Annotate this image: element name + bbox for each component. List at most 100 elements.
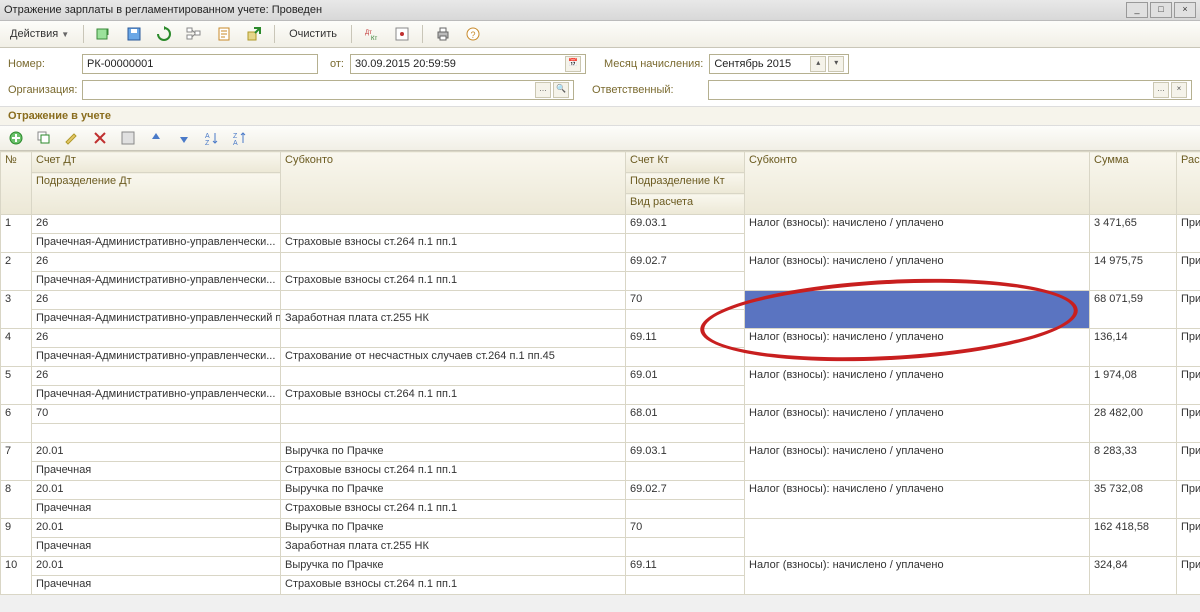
cell-exp[interactable]: Принимают (1177, 443, 1200, 481)
cell-exp[interactable]: Принимают (1177, 367, 1200, 405)
cell-sum[interactable]: 35 732,08 (1090, 481, 1177, 519)
cell-exp[interactable]: Принимают (1177, 405, 1200, 443)
table-row[interactable]: 720.01Выручка по Прачке69.03.1Налог (взн… (1, 443, 1200, 462)
cell-dt-sub[interactable]: Прачечная-Административно-управленчески.… (32, 386, 281, 405)
col-dt[interactable]: Счет Дт (32, 152, 281, 173)
cell-dt[interactable]: 20.01 (32, 443, 281, 462)
report-icon[interactable] (212, 24, 236, 44)
col-kt-sub[interactable]: Подразделение Кт (626, 173, 745, 194)
cell-dt[interactable]: 20.01 (32, 519, 281, 538)
actions-menu[interactable]: Действия▼ (4, 24, 75, 44)
cell-sum[interactable]: 28 482,00 (1090, 405, 1177, 443)
cell-sub1[interactable] (281, 424, 626, 443)
cell-kt-sub[interactable] (626, 348, 745, 367)
move-down-icon[interactable] (172, 128, 196, 148)
post-icon[interactable] (92, 24, 116, 44)
month-input[interactable]: Сентябрь 2015 ▴▾ (709, 54, 849, 74)
cell-dt-sub[interactable] (32, 424, 281, 443)
settings-icon[interactable] (390, 24, 414, 44)
cell-kt[interactable]: 69.03.1 (626, 443, 745, 462)
cell-dt[interactable]: 26 (32, 215, 281, 234)
sort-desc-icon[interactable]: ZA (228, 128, 252, 148)
table-row[interactable]: 920.01Выручка по Прачке70162 418,58Прини… (1, 519, 1200, 538)
delete-row-icon[interactable] (88, 128, 112, 148)
copy-row-icon[interactable] (32, 128, 56, 148)
dtkt-icon[interactable]: ДтКт (360, 24, 384, 44)
select-icon[interactable]: … (535, 82, 551, 98)
clear-icon[interactable]: × (1171, 82, 1187, 98)
table-row[interactable]: 12669.03.1Налог (взносы): начислено / уп… (1, 215, 1200, 234)
cell-dt-sub[interactable]: Прачечная-Административно-управленчески.… (32, 272, 281, 291)
spinner-down-icon[interactable]: ▾ (828, 56, 844, 72)
finish-edit-icon[interactable] (116, 128, 140, 148)
cell-sub2[interactable]: Налог (взносы): начислено / уплачено (745, 367, 1090, 405)
cell-exp[interactable]: Принимают (1177, 291, 1200, 329)
table-row[interactable]: 3267068 071,59Принимают (1, 291, 1200, 310)
cell-kt-sub[interactable] (626, 576, 745, 595)
col-dt-sub[interactable]: Подразделение Дт (32, 173, 281, 215)
date-input[interactable]: 30.09.2015 20:59:59 📅 (350, 54, 586, 74)
cell-sub1a[interactable]: Выручка по Прачке (281, 481, 626, 500)
cell-kt-sub[interactable] (626, 310, 745, 329)
col-kt[interactable]: Счет Кт (626, 152, 745, 173)
number-input[interactable]: РК-00000001 (82, 54, 318, 74)
cell-exp[interactable]: Принимают (1177, 481, 1200, 519)
select-icon[interactable]: … (1153, 82, 1169, 98)
cell-kt[interactable]: 69.11 (626, 329, 745, 348)
calendar-icon[interactable]: 📅 (565, 56, 581, 72)
cell-dt[interactable]: 26 (32, 329, 281, 348)
cell-sub1[interactable]: Страховые взносы ст.264 п.1 пп.1 (281, 272, 626, 291)
cell-kt-sub[interactable] (626, 424, 745, 443)
cell-exp[interactable]: Принимают (1177, 253, 1200, 291)
cell-sub1[interactable]: Страховые взносы ст.264 п.1 пп.1 (281, 386, 626, 405)
cell-kt[interactable]: 69.01 (626, 367, 745, 386)
cell-sub2[interactable]: Налог (взносы): начислено / уплачено (745, 557, 1090, 595)
cell-kt-sub[interactable] (626, 462, 745, 481)
table-row[interactable]: 42669.11Налог (взносы): начислено / упла… (1, 329, 1200, 348)
cell-dt-sub[interactable]: Прачечная-Административно-управленчески.… (32, 348, 281, 367)
cell-kt[interactable]: 69.02.7 (626, 481, 745, 500)
export-icon[interactable] (242, 24, 266, 44)
refresh-icon[interactable] (152, 24, 176, 44)
cell-kt[interactable]: 69.03.1 (626, 215, 745, 234)
table-row[interactable]: 22669.02.7Налог (взносы): начислено / уп… (1, 253, 1200, 272)
sort-asc-icon[interactable]: AZ (200, 128, 224, 148)
cell-sub1[interactable]: Страховые взносы ст.264 п.1 пп.1 (281, 462, 626, 481)
cell-sub2[interactable] (745, 291, 1090, 329)
cell-exp[interactable]: Принимают (1177, 557, 1200, 595)
cell-kt-sub[interactable] (626, 538, 745, 557)
cell-sub1[interactable]: Страховые взносы ст.264 п.1 пп.1 (281, 576, 626, 595)
clear-button[interactable]: Очистить (283, 24, 343, 44)
cell-exp[interactable]: Принимают (1177, 519, 1200, 557)
cell-sub1a[interactable] (281, 291, 626, 310)
cell-dt-sub[interactable]: Прачечная (32, 462, 281, 481)
cell-kt[interactable]: 69.02.7 (626, 253, 745, 272)
cell-sub1a[interactable]: Выручка по Прачке (281, 443, 626, 462)
cell-sum[interactable]: 162 418,58 (1090, 519, 1177, 557)
cell-sub1[interactable]: Заработная плата ст.255 НК (281, 310, 626, 329)
cell-dt[interactable]: 20.01 (32, 481, 281, 500)
table-row[interactable]: 820.01Выручка по Прачке69.02.7Налог (взн… (1, 481, 1200, 500)
edit-row-icon[interactable] (60, 128, 84, 148)
cell-dt-sub[interactable]: Прачечная (32, 538, 281, 557)
cell-dt-sub[interactable]: Прачечная-Административно-управленчески.… (32, 234, 281, 253)
col-sub1[interactable]: Субконто (281, 152, 626, 215)
col-sum[interactable]: Сумма (1090, 152, 1177, 215)
cell-sub1a[interactable]: Выручка по Прачке (281, 557, 626, 576)
cell-sum[interactable]: 14 975,75 (1090, 253, 1177, 291)
col-sub2[interactable]: Субконто (745, 152, 1090, 215)
cell-sub2[interactable]: Налог (взносы): начислено / уплачено (745, 405, 1090, 443)
cell-sub1[interactable]: Страховые взносы ст.264 п.1 пп.1 (281, 234, 626, 253)
cell-sub2[interactable]: Налог (взносы): начислено / уплачено (745, 443, 1090, 481)
cell-sub1a[interactable] (281, 215, 626, 234)
cell-kt-sub[interactable] (626, 272, 745, 291)
cell-dt-sub[interactable]: Прачечная-Административно-управленческий… (32, 310, 281, 329)
cell-sub2[interactable]: Налог (взносы): начислено / уплачено (745, 481, 1090, 519)
cell-sub2[interactable]: Налог (взносы): начислено / уплачено (745, 253, 1090, 291)
cell-kt[interactable]: 70 (626, 519, 745, 538)
cell-sub1a[interactable] (281, 253, 626, 272)
cell-dt[interactable]: 26 (32, 367, 281, 386)
cell-exp[interactable]: Принимают (1177, 215, 1200, 253)
spinner-up-icon[interactable]: ▴ (810, 56, 826, 72)
cell-sub1a[interactable] (281, 405, 626, 424)
